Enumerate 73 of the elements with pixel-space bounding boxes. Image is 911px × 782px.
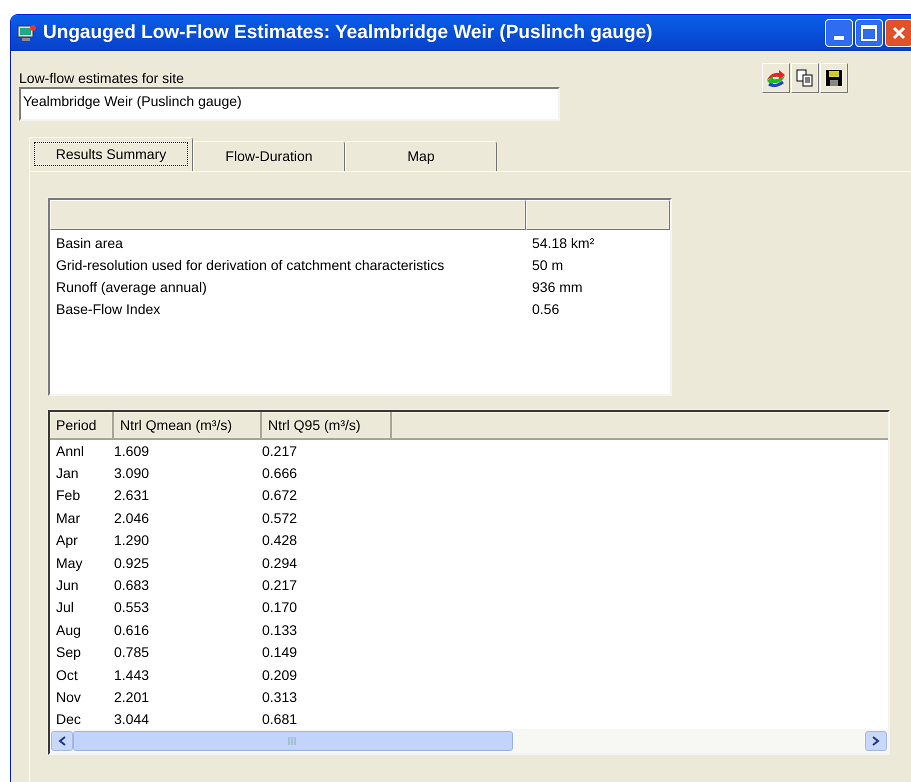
- table-cell-text: 0.294: [262, 554, 298, 573]
- table-cell-text: 0.209: [262, 666, 298, 685]
- minimize-icon: [834, 36, 844, 40]
- window-title: Ungauged Low-Flow Estimates: Yealmbridge Weir (Puslinch gauge): [43, 20, 653, 45]
- property-name: Basin area: [55, 234, 124, 252]
- property-name: Runoff (average annual): [55, 278, 208, 297]
- property-value: 0.56: [531, 300, 560, 318]
- table-cell-text: 0.149: [262, 643, 298, 662]
- column-header[interactable]: Ntrl Qmean (m³/s): [114, 412, 262, 440]
- table-cell-text: 3.044: [114, 710, 150, 729]
- copy-button[interactable]: [791, 63, 819, 93]
- table-cell-text: Jul: [56, 598, 75, 618]
- computer-icon: [17, 24, 37, 42]
- property-value: 50 m: [531, 256, 564, 274]
- table-cell-text: Sep: [56, 643, 82, 662]
- property-name: Base-Flow Index: [55, 300, 162, 318]
- table-cell-text: Mar: [56, 508, 82, 528]
- horizontal-scrollbar[interactable]: [50, 729, 888, 753]
- table-cell-text: Jan: [56, 464, 80, 484]
- table-cell-text: 0.785: [114, 643, 150, 662]
- table-cell-text: 0.681: [262, 710, 298, 729]
- tab[interactable]: Results Summary: [29, 137, 193, 171]
- transfer-arrows-button[interactable]: [762, 63, 790, 93]
- table-cell-text: 0.925: [114, 554, 150, 573]
- copy-icon: [796, 69, 814, 87]
- table-cell-text: 1.609: [114, 442, 150, 461]
- table-cell-text: 2.046: [114, 508, 150, 528]
- table-cell-text: Dec: [56, 710, 82, 729]
- scroll-left-button[interactable]: [51, 731, 73, 751]
- table-cell-text: 2.201: [114, 688, 150, 707]
- table-cell-text: Aug: [56, 620, 82, 640]
- table-cell-text: 1.443: [114, 666, 150, 685]
- table-cell-text: Oct: [56, 666, 79, 685]
- table-cell-text: 0.170: [262, 598, 298, 618]
- property-name: Grid-resolution used for derivation of catchment characteristics: [55, 256, 446, 274]
- table-cell-text: 0.672: [262, 486, 298, 506]
- table-cell-text: 0.428: [262, 531, 298, 550]
- table-cell-text: Jun: [56, 576, 80, 596]
- table-cell-text: 0.683: [114, 576, 150, 596]
- table-cell-text: 1.290: [114, 531, 150, 550]
- maximize-button[interactable]: [855, 19, 883, 47]
- grip-icon: [288, 737, 298, 745]
- column-header[interactable]: Ntrl Q95 (m³/s): [262, 412, 392, 440]
- tab[interactable]: Flow-Duration: [193, 141, 345, 171]
- tab[interactable]: Map: [345, 141, 497, 171]
- table-cell-text: 0.133: [262, 620, 298, 640]
- arrows-icon: [765, 68, 787, 88]
- table-cell-text: 2.631: [114, 486, 150, 506]
- scroll-thumb[interactable]: [73, 731, 513, 751]
- table-cell-text: 0.553: [114, 598, 150, 618]
- table-cell-text: 0.572: [262, 508, 298, 528]
- column-header[interactable]: Period: [50, 412, 114, 440]
- table-cell-text: 3.090: [114, 464, 150, 484]
- table-cell-text: 0.313: [262, 688, 298, 707]
- scroll-right-button[interactable]: [865, 731, 887, 751]
- table-cell-text: Apr: [56, 531, 79, 550]
- save-button[interactable]: [820, 63, 848, 93]
- table-cell-text: 0.616: [114, 620, 150, 640]
- table-cell-text: 0.666: [262, 464, 298, 484]
- table-cell-text: 0.217: [262, 442, 298, 461]
- property-value: 54.18 km²: [531, 234, 594, 252]
- table-cell-text: May: [56, 554, 84, 573]
- site-field[interactable]: Yealmbridge Weir (Puslinch gauge): [19, 87, 560, 121]
- table-cell-text: Nov: [56, 688, 82, 707]
- site-label: Low-flow estimates for site: [19, 69, 185, 87]
- table-cell-text: Feb: [56, 486, 82, 506]
- table-cell-text: 0.217: [262, 576, 298, 596]
- close-button[interactable]: [885, 19, 911, 47]
- table-cell-text: Annl: [56, 442, 86, 461]
- close-icon: [892, 26, 906, 40]
- minimize-button[interactable]: [825, 19, 853, 47]
- property-value: 936 mm: [531, 278, 583, 296]
- maximize-icon: [861, 25, 877, 41]
